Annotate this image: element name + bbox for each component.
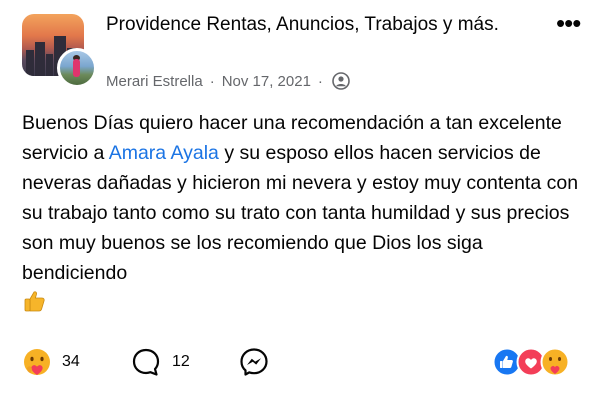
share-messenger-button[interactable] xyxy=(238,346,270,378)
thumbs-up-emoji xyxy=(22,288,48,314)
reactions-summary[interactable] xyxy=(492,347,582,377)
meta-separator: · xyxy=(317,72,323,90)
reaction-button[interactable]: 34 xyxy=(22,346,80,378)
post-date-link[interactable]: Nov 17, 2021 xyxy=(222,73,311,90)
comment-button[interactable]: 12 xyxy=(130,346,190,378)
care-reaction-icon xyxy=(22,347,52,377)
group-name-link[interactable]: Providence Rentas, Anuncios, Trabajos y … xyxy=(106,12,526,38)
meta-separator: · xyxy=(209,72,215,90)
author-avatar[interactable] xyxy=(57,48,97,88)
reaction-count: 34 xyxy=(62,353,80,370)
post-header: Providence Rentas, Anuncios, Trabajos y … xyxy=(0,0,600,100)
author-name-link[interactable]: Merari Estrella xyxy=(106,73,203,90)
post-actions-bar: 34 12 xyxy=(0,340,600,384)
comment-icon xyxy=(130,346,162,378)
more-options-icon[interactable]: ••• xyxy=(556,10,581,40)
messenger-icon xyxy=(238,346,270,378)
post-meta: Merari Estrella · Nov 17, 2021 · xyxy=(106,70,350,92)
group-members-icon xyxy=(332,72,350,90)
mention-link[interactable]: Amara Ayala xyxy=(109,142,219,164)
post-text: Buenos Días quiero hacer una recomendaci… xyxy=(22,108,588,318)
comment-count: 12 xyxy=(172,353,190,370)
